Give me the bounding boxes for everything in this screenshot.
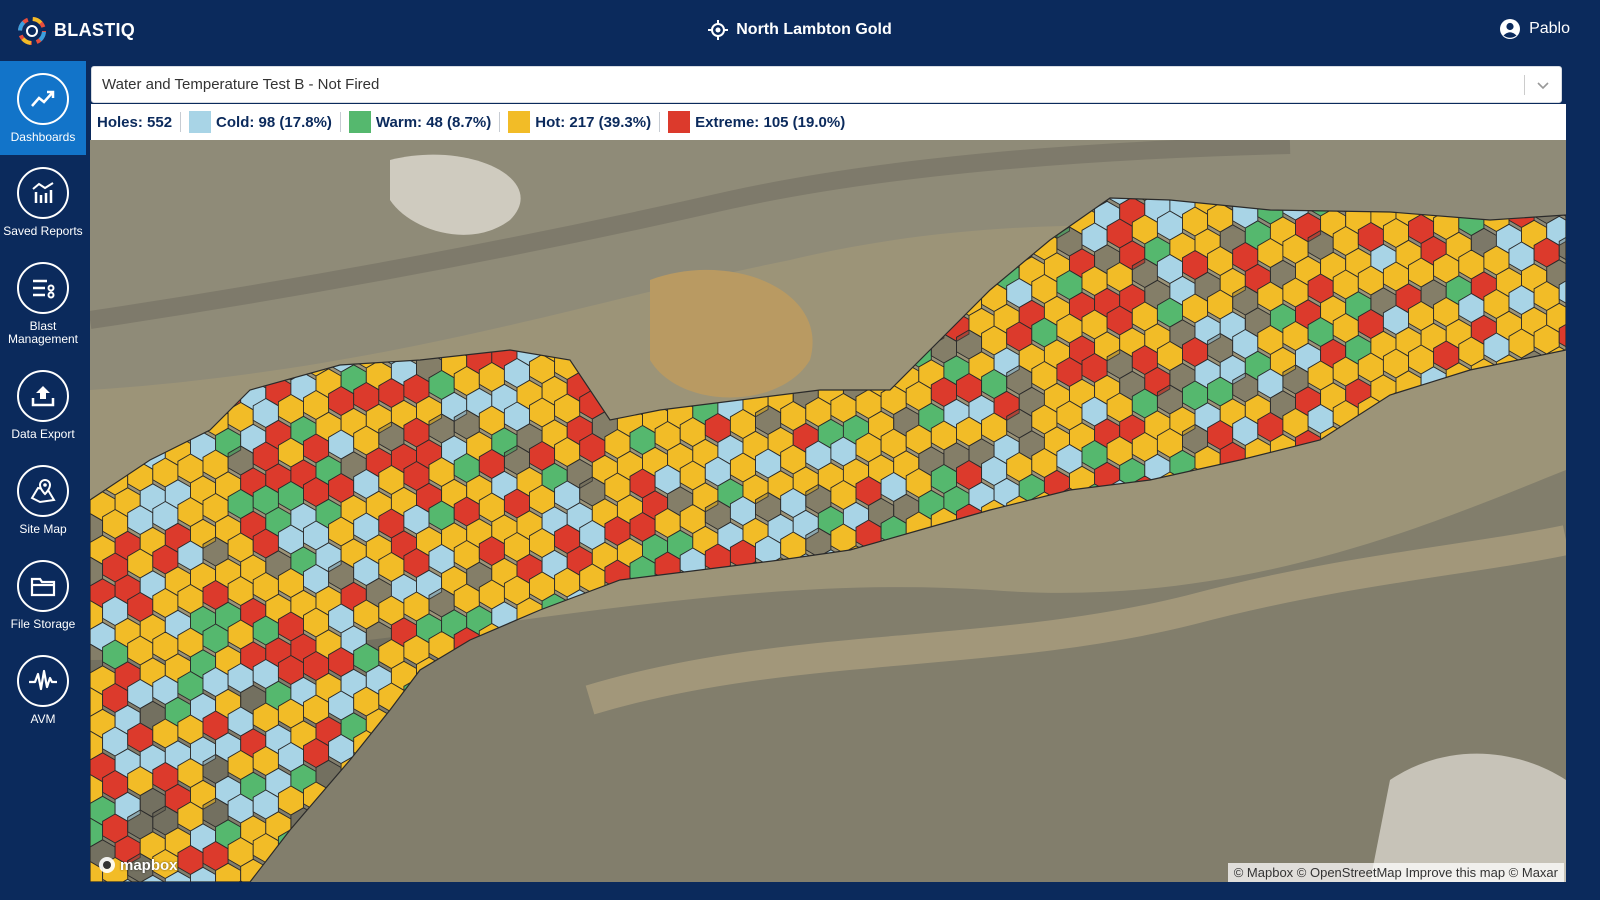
blastiq-logo-icon <box>18 16 46 45</box>
legend-hot: Hot: 217 (39.3%) <box>508 111 651 133</box>
cold-swatch <box>189 111 212 133</box>
report-chart-icon <box>17 167 69 219</box>
nav-dashboards[interactable]: Dashboards <box>0 61 86 155</box>
report-select[interactable]: Water and Temperature Test B - Not Fired <box>91 66 1562 103</box>
legend-divider <box>339 112 341 132</box>
top-bar: BLASTIQ North Lambton Gold Pablo <box>0 0 1600 61</box>
legend-divider <box>499 112 501 132</box>
mapbox-logo-icon <box>99 857 115 873</box>
nav-saved-reports[interactable]: Saved Reports <box>0 167 86 238</box>
select-divider <box>1524 75 1525 95</box>
legend-warm: Warm: 48 (8.7%) <box>348 111 492 133</box>
holes-count: Holes: 552 <box>97 113 173 131</box>
legend-extreme: Extreme: 105 (19.0%) <box>668 111 845 133</box>
list-settings-icon <box>17 262 69 314</box>
nav-label: AVM <box>30 712 56 726</box>
nav-label: Dashboards <box>10 130 76 144</box>
map-attribution[interactable]: © Mapbox © OpenStreetMap Improve this ma… <box>1227 863 1564 882</box>
nav-label: Management <box>7 332 79 346</box>
user-menu[interactable]: Pablo <box>1499 18 1570 40</box>
nav-site-map[interactable]: Site Map <box>0 465 86 536</box>
nav-file-storage[interactable]: File Storage <box>0 560 86 631</box>
legend-cold-label: Cold: 98 (17.8%) <box>216 113 332 131</box>
nav-blast-management[interactable]: Blast Management <box>0 262 86 346</box>
legend-divider <box>659 112 661 132</box>
warm-swatch <box>348 111 371 133</box>
nav-label: Data Export <box>11 427 75 441</box>
mapbox-logo-text: mapbox <box>120 856 178 874</box>
user-avatar-icon <box>1500 19 1521 39</box>
hole-legend: Holes: 552 Cold: 98 (17.8%) Warm: 48 (8.… <box>91 104 1566 140</box>
map-pin-icon <box>17 465 69 517</box>
folder-icon <box>17 560 69 612</box>
nav-data-export[interactable]: Data Export <box>0 370 86 441</box>
legend-cold: Cold: 98 (17.8%) <box>189 111 332 133</box>
legend-divider <box>180 112 182 132</box>
nav-label: File Storage <box>10 617 76 631</box>
extreme-swatch <box>668 111 691 133</box>
chevron-down-icon[interactable] <box>1535 77 1551 93</box>
upload-tray-icon <box>17 370 69 422</box>
site-selector[interactable]: North Lambton Gold <box>708 20 892 40</box>
hot-swatch <box>508 111 531 133</box>
site-selector-wrap: North Lambton Gold <box>0 20 1600 45</box>
legend-warm-label: Warm: 48 (8.7%) <box>375 113 492 131</box>
user-name: Pablo <box>1529 20 1570 37</box>
app-logo[interactable]: BLASTIQ <box>16 14 135 47</box>
nav-avm[interactable]: AVM <box>0 655 86 726</box>
legend-extreme-label: Extreme: 105 (19.0%) <box>695 113 846 131</box>
app-name: BLASTIQ <box>54 20 136 40</box>
mapbox-logo[interactable]: mapbox <box>98 856 178 874</box>
location-target-icon <box>708 20 729 40</box>
nav-label: Saved Reports <box>3 224 83 238</box>
trend-line-icon <box>17 73 69 125</box>
legend-hot-label: Hot: 217 (39.3%) <box>535 113 652 131</box>
report-select-value: Water and Temperature Test B - Not Fired <box>102 76 380 93</box>
map-canvas[interactable] <box>90 140 1566 882</box>
site-name: North Lambton Gold <box>736 21 892 38</box>
nav-label: Site Map <box>19 522 67 536</box>
waveform-icon <box>17 655 69 707</box>
sidebar: Dashboards Saved Reports Blast Managemen… <box>0 61 86 900</box>
blast-map[interactable]: mapbox © Mapbox © OpenStreetMap Improve … <box>90 140 1566 882</box>
